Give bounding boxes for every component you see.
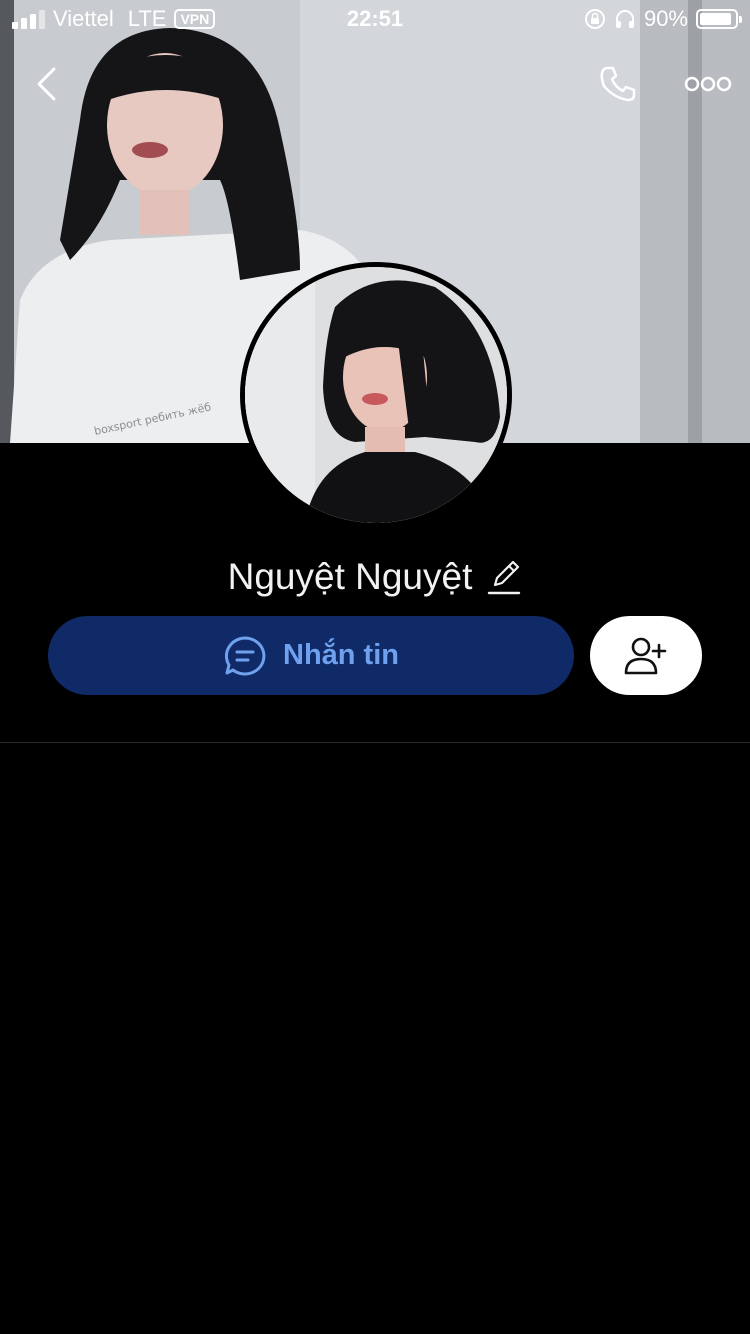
message-button-label: Nhắn tin (283, 639, 399, 671)
profile-avatar[interactable] (240, 262, 512, 528)
battery-level (700, 13, 731, 25)
battery-percent: 90% (643, 6, 688, 31)
status-bar: Viettel LTE VPN 22:51 90% (0, 0, 750, 40)
profile-name: Nguyệt Nguyệt (227, 556, 473, 597)
status-right: 90% (584, 6, 742, 32)
call-button[interactable] (592, 60, 644, 108)
rotation-lock-icon (584, 9, 605, 29)
add-user-icon (624, 637, 667, 674)
edit-name-button[interactable] (486, 557, 522, 597)
chevron-left-icon (37, 67, 56, 101)
pencil-icon (488, 560, 521, 595)
back-button[interactable] (26, 60, 66, 108)
profile-name-row: Nguyệt Nguyệt (0, 552, 750, 602)
battery-icon (696, 9, 742, 29)
more-horizontal-icon (684, 76, 732, 92)
more-options-button[interactable] (678, 60, 738, 108)
phone-icon (600, 66, 636, 102)
chat-bubble-icon (224, 636, 266, 675)
message-button[interactable]: Nhắn tin (48, 616, 574, 695)
profile-content-area (0, 743, 750, 1334)
avatar-image (245, 267, 507, 523)
add-friend-button[interactable] (590, 616, 702, 695)
headphones-icon (615, 10, 634, 28)
